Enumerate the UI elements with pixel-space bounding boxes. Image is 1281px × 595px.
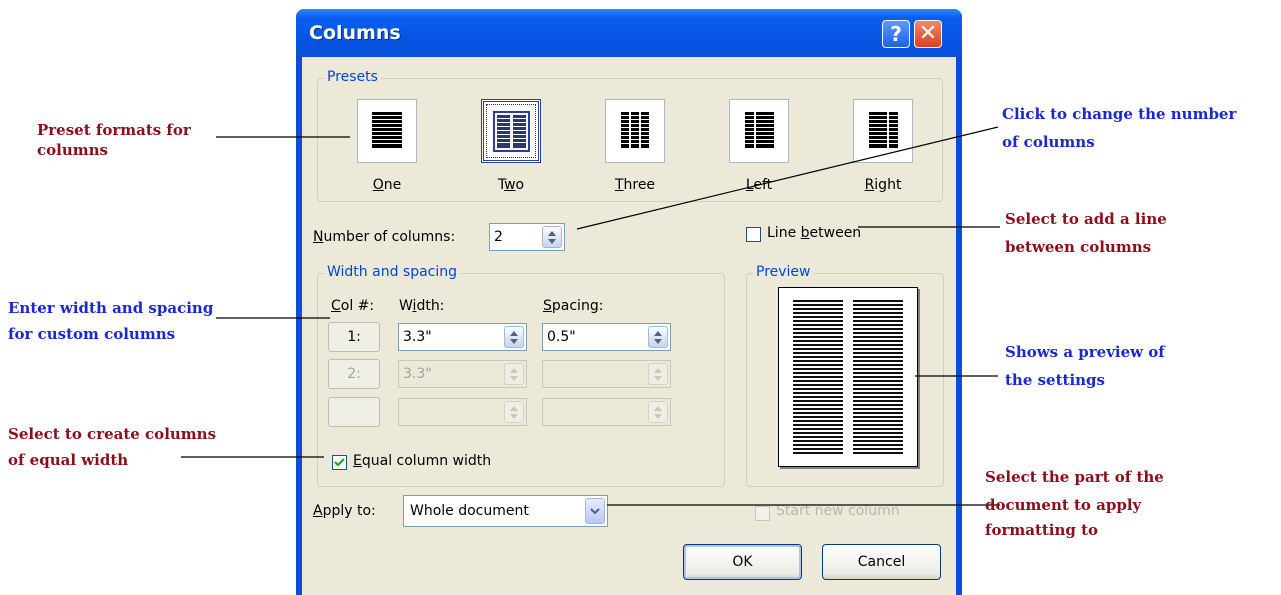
- annotation-width-spacing-1: Enter width and spacing: [8, 299, 214, 317]
- annotation-width-spacing-2: for custom columns: [8, 325, 176, 343]
- annotation-line-between-1: Select to add a line: [1005, 210, 1167, 228]
- annotation-preset: Preset formats for columns: [37, 121, 191, 156]
- annotation-apply-to-3: formatting to: [985, 521, 1099, 539]
- annotation-apply-to-2: document to apply: [985, 496, 1142, 514]
- annotation-apply-to-1: Select the part of the: [985, 468, 1164, 486]
- annotation-equal-width-2: of equal width: [8, 451, 129, 469]
- annotation-preview-1: Shows a preview of: [1005, 343, 1165, 361]
- annotation-preview-2: the settings: [1005, 371, 1105, 389]
- annotation-line-between-2: between columns: [1005, 238, 1152, 256]
- callout-line-number-of-columns: [576, 126, 999, 230]
- annotation-change-columns-1: Click to change the number: [1002, 105, 1237, 123]
- annotation-equal-width-1: Select to create columns: [8, 425, 217, 443]
- annotation-change-columns-2: of columns: [1002, 133, 1095, 151]
